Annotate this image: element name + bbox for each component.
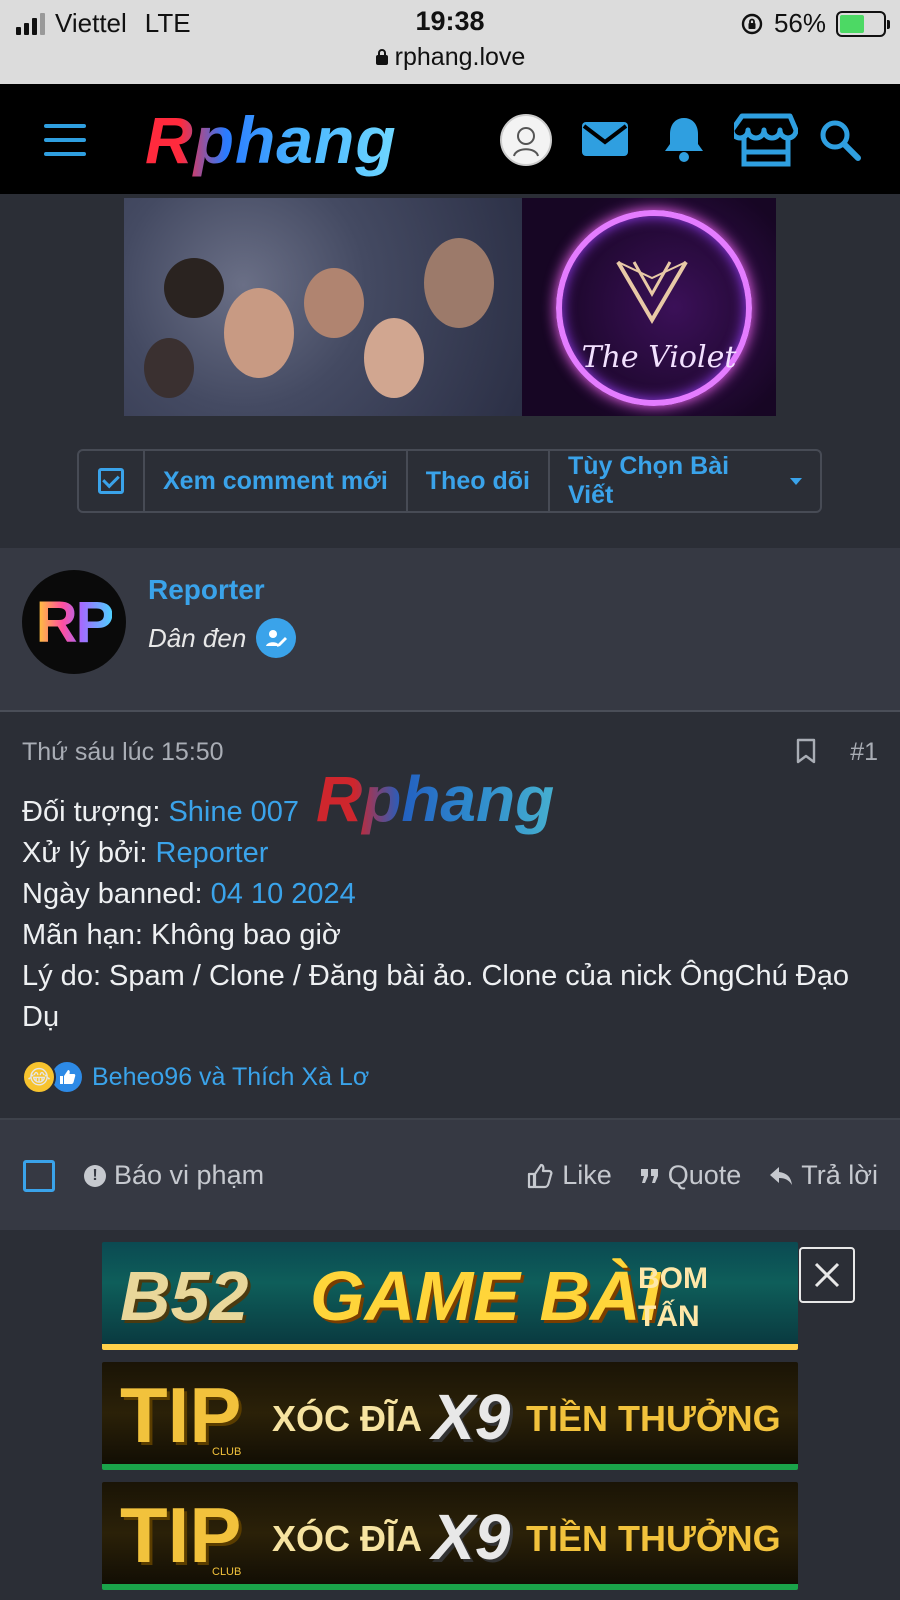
reaction-users[interactable]: Beheo96 và Thích Xà Lơ xyxy=(92,1063,369,1092)
like-label: Like xyxy=(562,1160,612,1190)
menu-icon[interactable] xyxy=(44,124,86,156)
close-ad-button[interactable] xyxy=(799,1247,855,1303)
url-text: rphang.love xyxy=(394,43,526,71)
reply-label: Trả lời xyxy=(801,1160,878,1190)
close-icon xyxy=(814,1262,840,1288)
battery-percent: 56% xyxy=(773,8,826,38)
bookmark-icon[interactable] xyxy=(796,738,816,764)
ad-brand: B52 xyxy=(120,1257,249,1335)
author-title-row: Dân đen xyxy=(148,618,297,658)
ad-subline: BOM TẤN xyxy=(638,1262,708,1333)
post-line: Lý do: Spam / Clone / Đăng bài ảo. Clone… xyxy=(22,960,849,1033)
ad-banner-tip-1[interactable]: TIP CLUB XÓC ĐĨA X9 TIỀN THƯỞNG xyxy=(102,1362,798,1470)
watermark-logo: Rphang xyxy=(316,763,555,835)
site-logo[interactable]: Rphang xyxy=(145,102,397,178)
post-date[interactable]: Thứ sáu lúc 15:50 xyxy=(22,738,224,767)
status-right: 56% xyxy=(740,8,890,39)
quote-icon xyxy=(640,1168,658,1183)
quote-button[interactable]: Quote xyxy=(640,1160,742,1191)
reactions-bar[interactable]: 😂 Beheo96 và Thích Xà Lơ xyxy=(22,1060,369,1094)
ad-headline: GAME BÀI xyxy=(310,1257,660,1335)
post-author-panel: RP Reporter Dân đen xyxy=(0,548,900,712)
ad-text: X9 xyxy=(432,1501,511,1573)
bell-icon[interactable] xyxy=(656,112,712,168)
haha-reaction-icon: 😂 xyxy=(22,1060,56,1094)
post-line: Ngày banned: 04 10 2024 xyxy=(22,878,356,910)
post-line: Mãn hạn: Không bao giờ xyxy=(22,919,341,951)
banner-brand: The Violet xyxy=(522,198,776,416)
top-banner-ad[interactable]: The Violet xyxy=(124,198,776,416)
ad-text: X9 xyxy=(432,1381,511,1453)
reply-icon xyxy=(770,1166,793,1185)
author-name[interactable]: Reporter xyxy=(148,574,265,606)
thread-action-bar: Xem comment mới Theo dõi Tùy Chọn Bài Vi… xyxy=(77,449,822,513)
ad-text: XÓC ĐĨA xyxy=(272,1518,423,1559)
post-footer: ! Báo vi phạm Like Quote Trả lời xyxy=(0,1120,900,1230)
url-bar[interactable]: rphang.love xyxy=(0,43,900,72)
orientation-lock-icon xyxy=(741,13,763,34)
target-user-link[interactable]: Shine 007 xyxy=(168,796,299,828)
banner-photo xyxy=(124,198,522,416)
like-button[interactable]: Like xyxy=(526,1160,612,1191)
report-button[interactable]: ! Báo vi phạm xyxy=(84,1160,264,1191)
thumbs-up-icon xyxy=(528,1163,553,1188)
mail-icon[interactable] xyxy=(578,112,634,168)
ad-club: CLUB xyxy=(212,1566,242,1578)
ad-text: TIỀN THƯỞNG xyxy=(526,1398,781,1439)
ad-banner-b52[interactable]: B52 GAME BÀI BOM TẤN xyxy=(102,1242,798,1350)
select-toggle-button[interactable] xyxy=(79,451,145,511)
post-actions: Like Quote Trả lời xyxy=(526,1160,878,1191)
report-label: Báo vi phạm xyxy=(114,1160,265,1190)
handler-user-link[interactable]: Reporter xyxy=(156,837,269,869)
author-avatar-text: RP xyxy=(35,589,115,655)
post-options-label: Tùy Chọn Bài Viết xyxy=(567,452,730,509)
select-post-checkbox[interactable] xyxy=(23,1160,55,1192)
reply-button[interactable]: Trả lời xyxy=(769,1160,878,1191)
checkbox-icon xyxy=(98,468,124,494)
site-header: Rphang xyxy=(0,84,900,194)
user-edit-icon xyxy=(256,618,297,658)
store-icon[interactable] xyxy=(734,108,798,172)
follow-button[interactable]: Theo dõi xyxy=(408,451,550,511)
status-bar: Viettel LTE 19:38 rphang.love 56% xyxy=(0,0,900,84)
new-comments-button[interactable]: Xem comment mới xyxy=(145,451,408,511)
author-avatar[interactable]: RP xyxy=(22,570,126,674)
post-options-button[interactable]: Tùy Chọn Bài Viết xyxy=(550,451,820,511)
chevron-down-icon xyxy=(790,477,802,485)
ad-text: TIỀN THƯỞNG xyxy=(526,1518,781,1559)
battery-icon xyxy=(836,10,890,37)
post-number[interactable]: #1 xyxy=(850,738,878,767)
violet-logo-icon xyxy=(616,260,688,324)
ad-club: CLUB xyxy=(212,1446,242,1458)
lock-icon xyxy=(375,49,388,65)
post-body: Thứ sáu lúc 15:50 #1 Đối tượng: Shine 00… xyxy=(0,712,900,1120)
search-icon[interactable] xyxy=(812,112,868,168)
user-avatar[interactable] xyxy=(500,114,552,166)
post-line: Xử lý bởi: Reporter xyxy=(22,837,269,869)
ad-text: XÓC ĐĨA xyxy=(272,1398,423,1439)
alert-icon: ! xyxy=(84,1164,106,1187)
quote-label: Quote xyxy=(667,1160,742,1190)
ad-banner-tip-2[interactable]: TIP CLUB XÓC ĐĨA X9 TIỀN THƯỞNG xyxy=(102,1482,798,1590)
ban-date-link[interactable]: 04 10 2024 xyxy=(211,878,356,910)
author-title: Dân đen xyxy=(148,622,247,653)
banner-brand-text: The Violet xyxy=(581,340,737,375)
